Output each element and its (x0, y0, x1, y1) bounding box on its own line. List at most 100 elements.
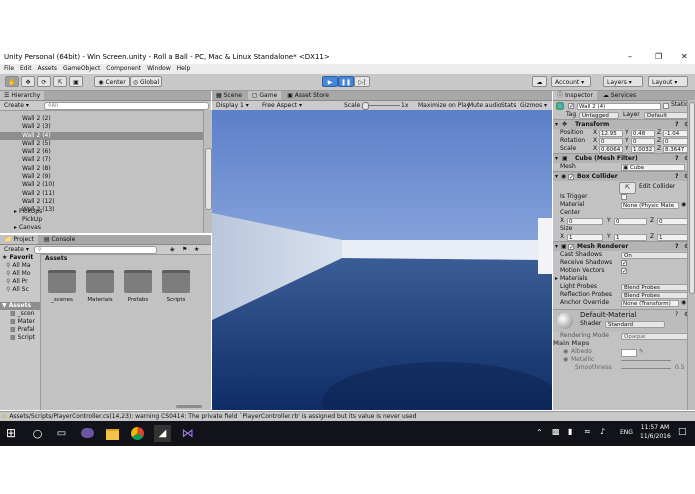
menu-window[interactable]: Window (147, 64, 171, 74)
hierarchy-create-dropdown[interactable]: Create ▾ (4, 102, 29, 109)
maximize-button[interactable]: ❐ (655, 52, 662, 61)
materials-row[interactable]: ▸ Materials (553, 275, 695, 283)
metallic-slider[interactable] (621, 360, 671, 361)
position-x-field[interactable]: 12.95 (599, 129, 623, 137)
menu-file[interactable]: File (4, 64, 14, 74)
hierarchy-item[interactable]: Wall 2 (8) (0, 165, 211, 173)
assets-tree-item[interactable]: ▩ Prefal (0, 326, 40, 334)
favorite-item[interactable]: ⚲ All Sc (0, 286, 40, 294)
layer-dropdown[interactable]: Default (644, 111, 690, 119)
rotation-x-field[interactable]: 0 (599, 137, 623, 145)
task-view-icon[interactable]: ▭ (53, 425, 70, 442)
hierarchy-item[interactable]: Wall 2 (2) (0, 115, 211, 123)
menu-edit[interactable]: Edit (20, 64, 32, 74)
eyedropper-icon[interactable]: ✎ (639, 348, 644, 356)
help-icon[interactable]: ? (675, 172, 678, 181)
windows-start-icon[interactable]: ⊞ (6, 425, 23, 442)
file-explorer-icon[interactable] (104, 425, 121, 442)
move-tool-button[interactable]: ✥ (21, 76, 35, 87)
map-slot-icon[interactable]: ◉ (563, 356, 568, 364)
object-name-field[interactable]: Wall 2 (4) (577, 102, 661, 110)
stats-toggle[interactable]: Stats (501, 101, 516, 110)
minimize-button[interactable]: – (628, 52, 632, 61)
tag-dropdown[interactable]: Untagged (579, 111, 619, 119)
help-icon[interactable]: ? (675, 311, 678, 319)
help-icon[interactable]: ? (675, 120, 678, 129)
light-probes-dropdown[interactable]: Blend Probes (621, 283, 689, 291)
hierarchy-item[interactable]: Wall 2 (6) (0, 148, 211, 156)
inspector-scroll-thumb[interactable] (689, 102, 695, 294)
search-icon[interactable]: ○ (29, 425, 46, 442)
display-dropdown[interactable]: Display 1 ▾ (216, 101, 249, 110)
tab-hierarchy[interactable]: ☰ Hierarchy (0, 91, 45, 100)
icon-size-slider[interactable] (176, 405, 202, 408)
reflection-probes-dropdown[interactable]: Blend Probes (621, 291, 689, 299)
help-icon[interactable]: ? (675, 242, 678, 251)
hierarchy-item[interactable]: Wall 2 (9) (0, 173, 211, 181)
scale-slider-thumb[interactable] (362, 102, 369, 110)
project-create-dropdown[interactable]: Create ▾ (4, 246, 29, 253)
map-slot-icon[interactable]: ◉ (563, 348, 568, 356)
volume-icon[interactable]: ♪ (600, 427, 605, 436)
project-search-input[interactable]: ⚲ (34, 246, 157, 254)
menu-gameobject[interactable]: GameObject (63, 64, 100, 74)
layout-dropdown[interactable]: Layout ▾ (648, 76, 688, 87)
mesh-renderer-header[interactable]: ▾ ▣ ✓ Mesh Renderer ? ⚙ (553, 241, 695, 251)
tab-scene[interactable]: ▦ Scene (212, 91, 246, 100)
notifications-icon[interactable]: □ (678, 427, 687, 437)
step-button[interactable]: ▷| (354, 76, 370, 87)
aspect-dropdown[interactable]: Free Aspect ▾ (262, 101, 302, 110)
collider-material-field[interactable]: None (Physic Mate (621, 201, 679, 209)
tray-chevron-icon[interactable]: ⌃ (536, 428, 543, 437)
tab-asset-store[interactable]: ▣ Asset Store (283, 91, 333, 100)
receive-shadows-checkbox[interactable]: ✓ (621, 260, 627, 267)
favorite-star-icon[interactable]: ★ (194, 245, 199, 254)
assets-tree-root[interactable]: ▼ Assets (0, 302, 40, 310)
rotate-tool-button[interactable]: ⟳ (37, 76, 51, 87)
game-viewport[interactable] (212, 110, 552, 410)
maximize-on-play-toggle[interactable]: Maximize on Play (418, 101, 470, 110)
rotation-y-field[interactable]: 0 (631, 137, 655, 145)
object-picker-icon[interactable]: ◉ (681, 201, 686, 209)
filter-by-type-icon[interactable]: ◈ (170, 245, 175, 254)
cast-shadows-dropdown[interactable]: On (621, 251, 689, 259)
menu-component[interactable]: Component (106, 64, 141, 74)
layers-dropdown[interactable]: Layers ▾ (603, 76, 643, 87)
chrome-icon[interactable] (129, 425, 146, 442)
unity-icon[interactable]: ◢ (154, 425, 171, 442)
motion-vectors-checkbox[interactable]: ✓ (621, 268, 627, 275)
account-dropdown[interactable]: Account ▾ (551, 76, 591, 87)
box-collider-enabled-checkbox[interactable]: ✓ (568, 173, 574, 180)
hand-tool-button[interactable]: ✋ (5, 76, 19, 87)
assets-tree-item[interactable]: ▩ Script (0, 334, 40, 342)
mesh-renderer-enabled-checkbox[interactable]: ✓ (568, 243, 574, 250)
hierarchy-search-input[interactable]: ⚲All (44, 102, 209, 110)
scale-tool-button[interactable]: ⇱ (53, 76, 67, 87)
mesh-filter-header[interactable]: ▾ ▣ Cube (Mesh Filter) ? ⚙ (553, 153, 695, 163)
asset-folder[interactable]: Scripts (159, 270, 193, 306)
hierarchy-item[interactable]: Wall 2 (5) (0, 140, 211, 148)
center-y-field[interactable]: 0 (614, 217, 647, 225)
help-icon[interactable]: ? (675, 154, 678, 163)
asset-folder[interactable]: Materials (83, 270, 117, 306)
space-toggle-button[interactable]: ◎ Global (130, 76, 162, 87)
tab-console[interactable]: ▤ Console (39, 235, 80, 244)
tray-app-icon[interactable]: ▩ (552, 427, 560, 436)
static-checkbox[interactable] (663, 103, 669, 109)
size-x-field[interactable]: 1 (567, 233, 603, 241)
menu-help[interactable]: Help (177, 64, 191, 74)
asset-folder[interactable]: _scenes (45, 270, 79, 306)
center-x-field[interactable]: 0 (567, 217, 603, 225)
wifi-icon[interactable]: ≈ (584, 427, 591, 436)
anchor-override-field[interactable]: None (Transform) (621, 299, 679, 307)
hierarchy-item[interactable]: Wall 2 (4) (0, 131, 211, 140)
clock-date[interactable]: 11/6/2016 (640, 433, 671, 440)
assets-tree-item[interactable]: ▩ Mater (0, 318, 40, 326)
tab-game[interactable]: ▢ Game (247, 91, 282, 100)
hierarchy-item[interactable]: Wall 2 (3) (0, 123, 211, 131)
hierarchy-item[interactable]: Wall 2 (10) (0, 181, 211, 189)
gizmos-dropdown[interactable]: Gizmos ▾ (520, 101, 547, 110)
tab-services[interactable]: ☁ Services (598, 91, 641, 100)
size-z-field[interactable]: 1 (657, 233, 691, 241)
collab-cloud-button[interactable]: ☁ (532, 76, 547, 87)
